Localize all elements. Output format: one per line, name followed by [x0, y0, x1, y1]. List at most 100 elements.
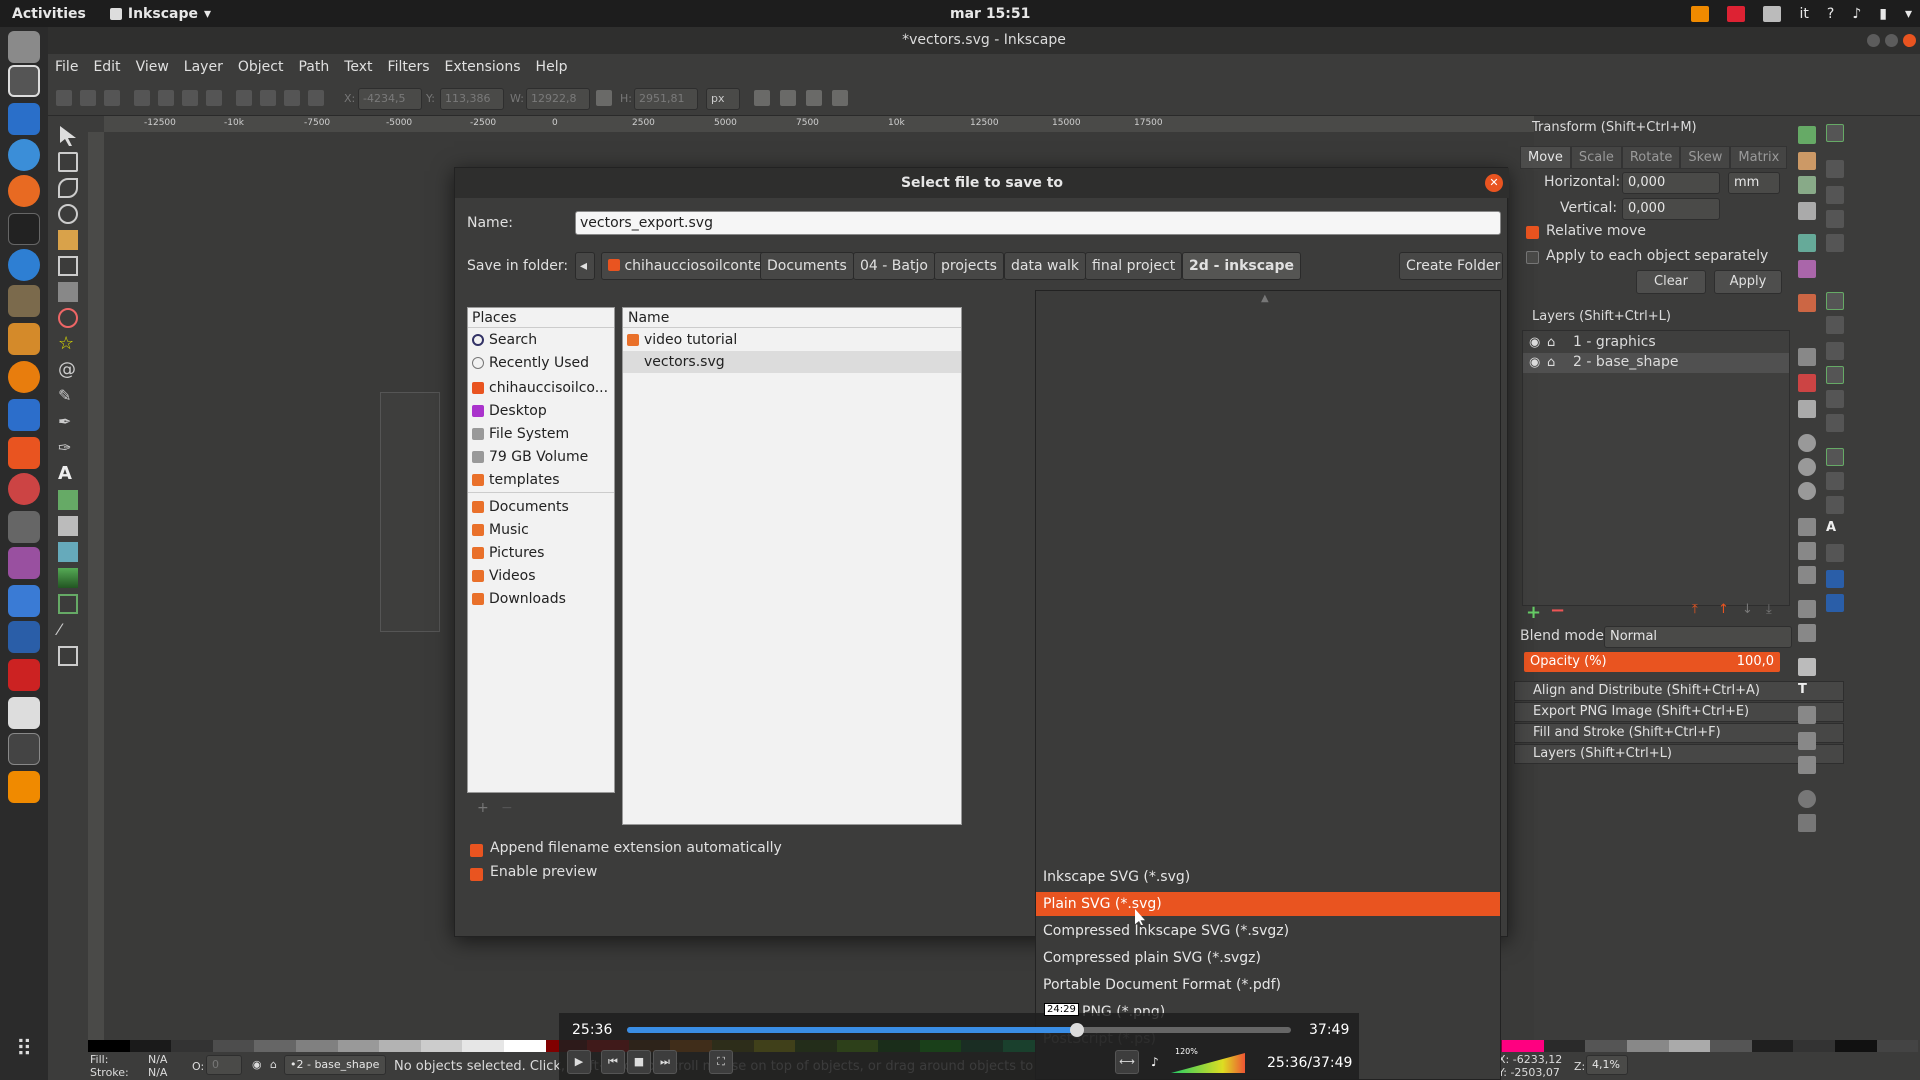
filename-input[interactable] — [575, 211, 1501, 235]
spiral-tool-icon[interactable]: @ — [58, 360, 78, 380]
text-editor-icon[interactable] — [8, 697, 40, 729]
blender-icon[interactable] — [8, 361, 40, 393]
unlink-clone-icon[interactable] — [1798, 566, 1816, 584]
menu-layer[interactable]: Layer — [184, 59, 223, 75]
group-icon[interactable] — [1798, 600, 1816, 618]
move-gradients-icon[interactable] — [806, 90, 822, 106]
layer-lock-icon[interactable]: ⌂ — [270, 1058, 277, 1071]
text-tool-icon[interactable]: A — [58, 464, 78, 484]
layer-row[interactable]: ◉ ⌂ 2 - base_shape — [1523, 353, 1789, 373]
align-distribute-panel[interactable]: Align and Distribute (Shift+Ctrl+A) — [1514, 681, 1844, 701]
snap-guide-icon[interactable] — [1826, 594, 1844, 612]
unit-select[interactable]: px — [706, 88, 740, 110]
dropper-tool-icon[interactable]: ⁄ — [58, 620, 78, 640]
layers-collapsed-panel[interactable]: Layers (Shift+Ctrl+L) — [1514, 744, 1844, 764]
keyboard-lang[interactable]: it — [1799, 6, 1808, 22]
deselect-icon[interactable] — [104, 90, 120, 106]
relative-move-checkbox[interactable] — [1526, 226, 1539, 239]
tweak-tool-icon[interactable] — [58, 178, 78, 198]
selector-tool-icon[interactable] — [60, 126, 76, 146]
w-field[interactable]: 12922,8 — [526, 88, 590, 110]
vlc-dock-icon[interactable] — [8, 771, 40, 803]
breadcrumb-documents[interactable]: Documents — [760, 252, 854, 280]
stop-button[interactable]: ■ — [627, 1050, 651, 1074]
menu-filters[interactable]: Filters — [388, 59, 430, 75]
horizontal-input[interactable]: 0,000 — [1622, 172, 1720, 194]
breadcrumb-home[interactable]: chihaucciosoilconte — [601, 252, 769, 280]
unit-select-mm[interactable]: mm — [1728, 172, 1780, 194]
browser-icon[interactable] — [8, 249, 40, 281]
save-icon[interactable] — [1798, 176, 1816, 194]
list-item[interactable]: vectors.svg — [623, 351, 961, 373]
pencil-tool-icon[interactable]: ✎ — [58, 386, 78, 406]
zoom-drawing-icon[interactable] — [1798, 458, 1816, 476]
remove-layer-icon[interactable]: − — [1550, 600, 1565, 621]
place-filesystem[interactable]: File System — [472, 424, 614, 444]
power-menu-icon[interactable]: ▾ — [1905, 6, 1912, 22]
snap-rotation-icon[interactable] — [1826, 472, 1844, 490]
add-bookmark-icon[interactable]: + — [477, 800, 489, 816]
fullscreen-button[interactable]: ⛶ — [709, 1050, 733, 1074]
screenshot-icon[interactable] — [8, 511, 40, 543]
minimize-button[interactable] — [1867, 34, 1880, 47]
import-icon[interactable] — [1798, 234, 1816, 252]
enable-preview-checkbox[interactable] — [470, 868, 483, 881]
layer-bottom-icon[interactable]: ⤓ — [1766, 602, 1772, 617]
activities-button[interactable]: Activities — [12, 6, 86, 22]
menu-view[interactable]: View — [136, 59, 169, 75]
export-icon[interactable] — [1798, 260, 1816, 278]
name-column-header[interactable]: Name — [623, 308, 961, 328]
volume-speaker-icon[interactable]: ♪ — [1151, 1055, 1159, 1069]
menu-text[interactable]: Text — [344, 59, 372, 75]
eraser-tool-icon[interactable] — [58, 516, 78, 536]
terminal-icon[interactable] — [8, 213, 40, 245]
snap-bbox-icon[interactable] — [1826, 160, 1844, 178]
opacity-status-input[interactable]: 0 — [206, 1055, 242, 1075]
rectangle-tool-icon[interactable] — [58, 256, 78, 276]
menu-extensions[interactable]: Extensions — [445, 59, 521, 75]
select-all-icon[interactable] — [56, 90, 72, 106]
video-progress-knob[interactable] — [1069, 1023, 1084, 1037]
place-pictures[interactable]: Pictures — [472, 543, 614, 563]
ungroup-icon[interactable] — [1798, 624, 1816, 642]
gradient-tool-icon[interactable] — [58, 568, 78, 588]
close-icon[interactable]: ✕ — [1485, 174, 1503, 192]
apply-button[interactable]: Apply — [1714, 270, 1782, 294]
tab-scale[interactable]: Scale — [1570, 146, 1622, 169]
breadcrumb-projects[interactable]: projects — [934, 252, 1004, 280]
remove-bookmark-icon[interactable]: − — [501, 800, 513, 816]
create-folder-button[interactable]: Create Folder — [1399, 252, 1503, 280]
opacity-slider[interactable]: Opacity (%) 100,0 — [1524, 652, 1780, 672]
vertical-input[interactable]: 0,000 — [1622, 198, 1720, 220]
scale-stroke-icon[interactable] — [754, 90, 770, 106]
layer-row[interactable]: ◉ ⌂ 1 - graphics — [1523, 333, 1789, 353]
place-search[interactable]: Search — [472, 330, 614, 350]
rotate-ccw-icon[interactable] — [134, 90, 150, 106]
rotate-cw-icon[interactable] — [158, 90, 174, 106]
scroll-up-icon[interactable]: ▲ — [1261, 293, 1269, 304]
undo-icon[interactable] — [1798, 294, 1816, 312]
mesh-tool-icon[interactable] — [58, 594, 78, 614]
transfer-icon[interactable] — [8, 585, 40, 617]
zoom-tool-icon[interactable] — [58, 204, 78, 224]
menu-object[interactable]: Object — [238, 59, 284, 75]
blend-mode-select[interactable]: Normal — [1604, 626, 1792, 648]
fill-stroke-icon[interactable] — [1798, 658, 1816, 676]
3d-box-tool-icon[interactable] — [58, 282, 78, 302]
raise-icon[interactable] — [284, 90, 300, 106]
play-button[interactable]: ▶ — [567, 1050, 591, 1074]
lock-icon[interactable]: ⌂ — [1547, 335, 1555, 350]
breadcrumb-final-project[interactable]: final project — [1085, 252, 1183, 280]
filetype-option[interactable]: Portable Document Format (*.pdf) — [1036, 973, 1500, 997]
next-button[interactable]: ⏭ — [653, 1050, 677, 1074]
virtualbox-icon[interactable] — [8, 621, 40, 653]
star-tool-icon[interactable]: ☆ — [58, 334, 78, 354]
zoom-selection-icon[interactable] — [1798, 434, 1816, 452]
filetype-option-selected[interactable]: Plain SVG (*.svg) — [1036, 892, 1500, 916]
layer-down-icon[interactable]: ↓ — [1742, 602, 1753, 617]
filetype-option[interactable]: Inkscape SVG (*.svg) — [1036, 865, 1500, 889]
vlc-tray-icon[interactable] — [1691, 5, 1710, 22]
layer-visibility-icon[interactable]: ◉ — [252, 1058, 262, 1071]
cut-icon[interactable] — [1798, 374, 1816, 392]
layers-icon[interactable] — [1798, 706, 1816, 724]
